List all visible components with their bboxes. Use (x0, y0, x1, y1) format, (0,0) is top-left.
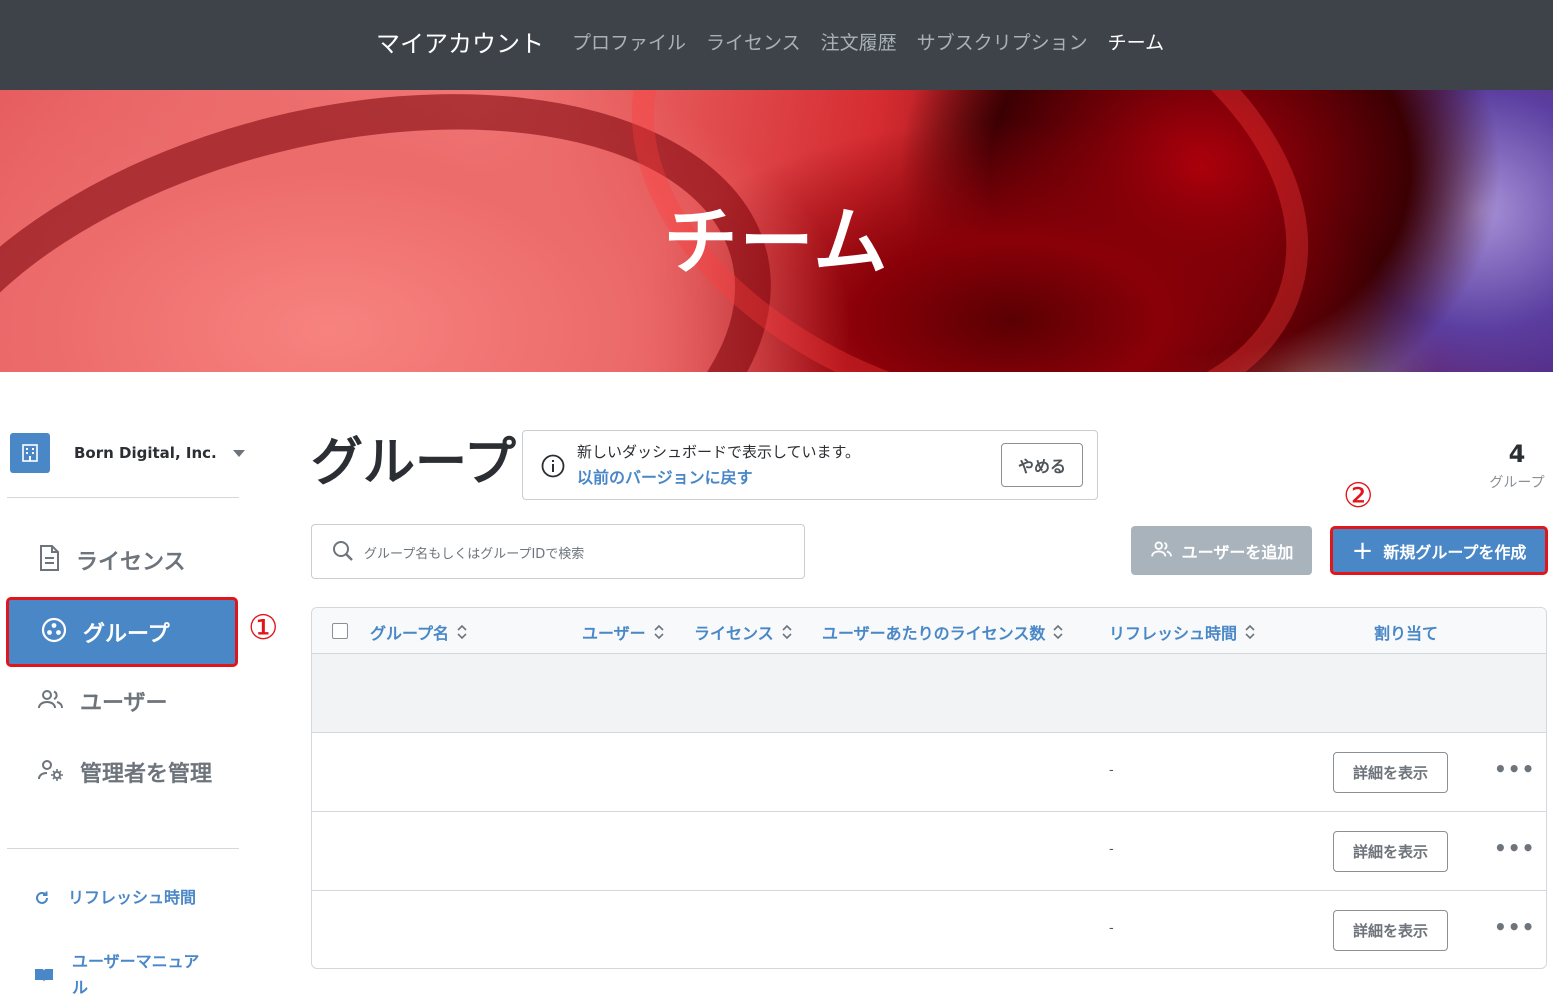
org-selector[interactable]: Born Digital, Inc. (10, 433, 245, 473)
more-options-icon[interactable]: ••• (1494, 836, 1535, 860)
table-row-loading (312, 654, 1546, 733)
nav-link-team[interactable]: チーム (1108, 28, 1164, 55)
view-details-button[interactable]: 詳細を表示 (1333, 752, 1448, 793)
sidebar-divider (7, 497, 239, 498)
refresh-time-cell: - (1109, 763, 1114, 778)
info-icon (541, 454, 565, 482)
column-header-licenses-per-user[interactable]: ユーザーあたりのライセンス数 (822, 620, 1063, 644)
sort-icon (457, 623, 467, 641)
create-group-label: 新規グループを作成 (1383, 542, 1527, 562)
view-details-button[interactable]: 詳細を表示 (1333, 910, 1448, 951)
sidebar-item-licenses[interactable]: ライセンス (6, 525, 238, 595)
more-options-icon[interactable]: ••• (1494, 915, 1535, 939)
notice-text: 新しいダッシュボードで表示しています。 (577, 443, 861, 461)
refresh-time-link[interactable]: リフレッシュ時間 (34, 885, 218, 911)
sidebar-item-groups[interactable]: グループ (6, 597, 238, 667)
plus-icon: + (1351, 535, 1374, 566)
sort-icon (782, 623, 792, 641)
chevron-down-icon[interactable] (232, 449, 245, 457)
select-all-checkbox[interactable] (332, 623, 348, 639)
users-icon (38, 688, 64, 714)
table-header: グループ名 ユーザー ライセンス ユーザーあたりのライセンス数 リフレッシュ時間… (312, 608, 1546, 654)
sidebar-item-label: グループ (83, 622, 170, 647)
book-icon (34, 967, 54, 987)
nav-link-licenses[interactable]: ライセンス (706, 28, 801, 55)
user-manual-link[interactable]: ユーザーマニュアル (34, 949, 212, 1001)
sort-icon (1245, 623, 1255, 641)
column-header-assignment: 割り当て (1374, 620, 1438, 644)
document-icon (38, 545, 60, 575)
column-label: グループ名 (370, 624, 450, 643)
group-count-value: 4 (1508, 440, 1526, 468)
sidebar-divider (7, 848, 239, 849)
group-count: 4 グループ (1486, 440, 1548, 492)
callout-1: ① (248, 608, 279, 648)
column-header-users[interactable]: ユーザー (582, 620, 664, 644)
sidebar-item-manage-admins[interactable]: 管理者を管理 (6, 737, 238, 807)
sidebar-item-label: 管理者を管理 (80, 762, 213, 787)
building-icon (10, 433, 50, 473)
refresh-icon (34, 890, 50, 910)
dismiss-button[interactable]: やめる (1001, 443, 1083, 487)
group-icon (41, 617, 67, 647)
search-input[interactable]: グループ名もしくはグループIDで検索 (311, 524, 805, 579)
add-user-label: ユーザーを追加 (1181, 542, 1294, 562)
column-header-licenses[interactable]: ライセンス (694, 620, 792, 644)
org-name: Born Digital, Inc. (74, 444, 217, 462)
table-row: - 詳細を表示 ••• (312, 812, 1546, 891)
add-user-button[interactable]: ユーザーを追加 (1131, 526, 1312, 575)
nav-link-subscriptions[interactable]: サブスクリプション (917, 28, 1088, 55)
refresh-time-cell: - (1109, 842, 1114, 857)
search-icon (332, 540, 354, 566)
column-label: 割り当て (1374, 624, 1439, 643)
create-group-button[interactable]: + 新規グループを作成 (1330, 526, 1548, 575)
admin-gear-icon (38, 758, 64, 786)
view-details-button[interactable]: 詳細を表示 (1333, 831, 1448, 872)
group-count-label: グループ (1489, 475, 1545, 491)
sidebar-item-users[interactable]: ユーザー (6, 666, 238, 736)
column-header-refresh-time[interactable]: リフレッシュ時間 (1109, 620, 1255, 644)
sidebar-item-label: ユーザー (80, 691, 168, 716)
column-label: ライセンス (694, 624, 774, 643)
column-label: ユーザーあたりのライセンス数 (822, 624, 1046, 643)
groups-table: グループ名 ユーザー ライセンス ユーザーあたりのライセンス数 リフレッシュ時間… (311, 607, 1547, 969)
sidebar-item-label: ライセンス (76, 550, 186, 575)
my-account-brand[interactable]: マイアカウント (376, 24, 544, 59)
table-row: - 詳細を表示 ••• (312, 733, 1546, 812)
nav-link-profile[interactable]: プロファイル (572, 28, 686, 55)
column-label: ユーザー (582, 624, 646, 643)
callout-2: ② (1343, 476, 1374, 516)
sort-icon (1053, 623, 1063, 641)
users-icon (1150, 540, 1174, 562)
refresh-time-cell: - (1109, 921, 1114, 936)
refresh-time-label: リフレッシュ時間 (68, 888, 197, 907)
page-title: グループ (311, 433, 516, 493)
revert-version-link[interactable]: 以前のバージョンに戻す (577, 464, 753, 488)
more-options-icon[interactable]: ••• (1494, 757, 1535, 781)
hero-banner: チーム (0, 90, 1553, 372)
hero-title: チーム (663, 199, 890, 285)
top-nav-links: プロファイル ライセンス 注文履歴 サブスクリプション チーム (572, 28, 1164, 55)
top-navigation: マイアカウント プロファイル ライセンス 注文履歴 サブスクリプション チーム (0, 0, 1553, 90)
user-manual-label: ユーザーマニュアル (72, 952, 200, 997)
nav-link-order-history[interactable]: 注文履歴 (821, 28, 897, 55)
dashboard-notice: 新しいダッシュボードで表示しています。 以前のバージョンに戻す やめる (522, 430, 1098, 500)
sort-icon (654, 623, 664, 641)
search-placeholder: グループ名もしくはグループIDで検索 (364, 547, 585, 562)
column-header-group-name[interactable]: グループ名 (370, 620, 467, 644)
table-row: - 詳細を表示 ••• (312, 891, 1546, 968)
column-label: リフレッシュ時間 (1109, 624, 1238, 643)
